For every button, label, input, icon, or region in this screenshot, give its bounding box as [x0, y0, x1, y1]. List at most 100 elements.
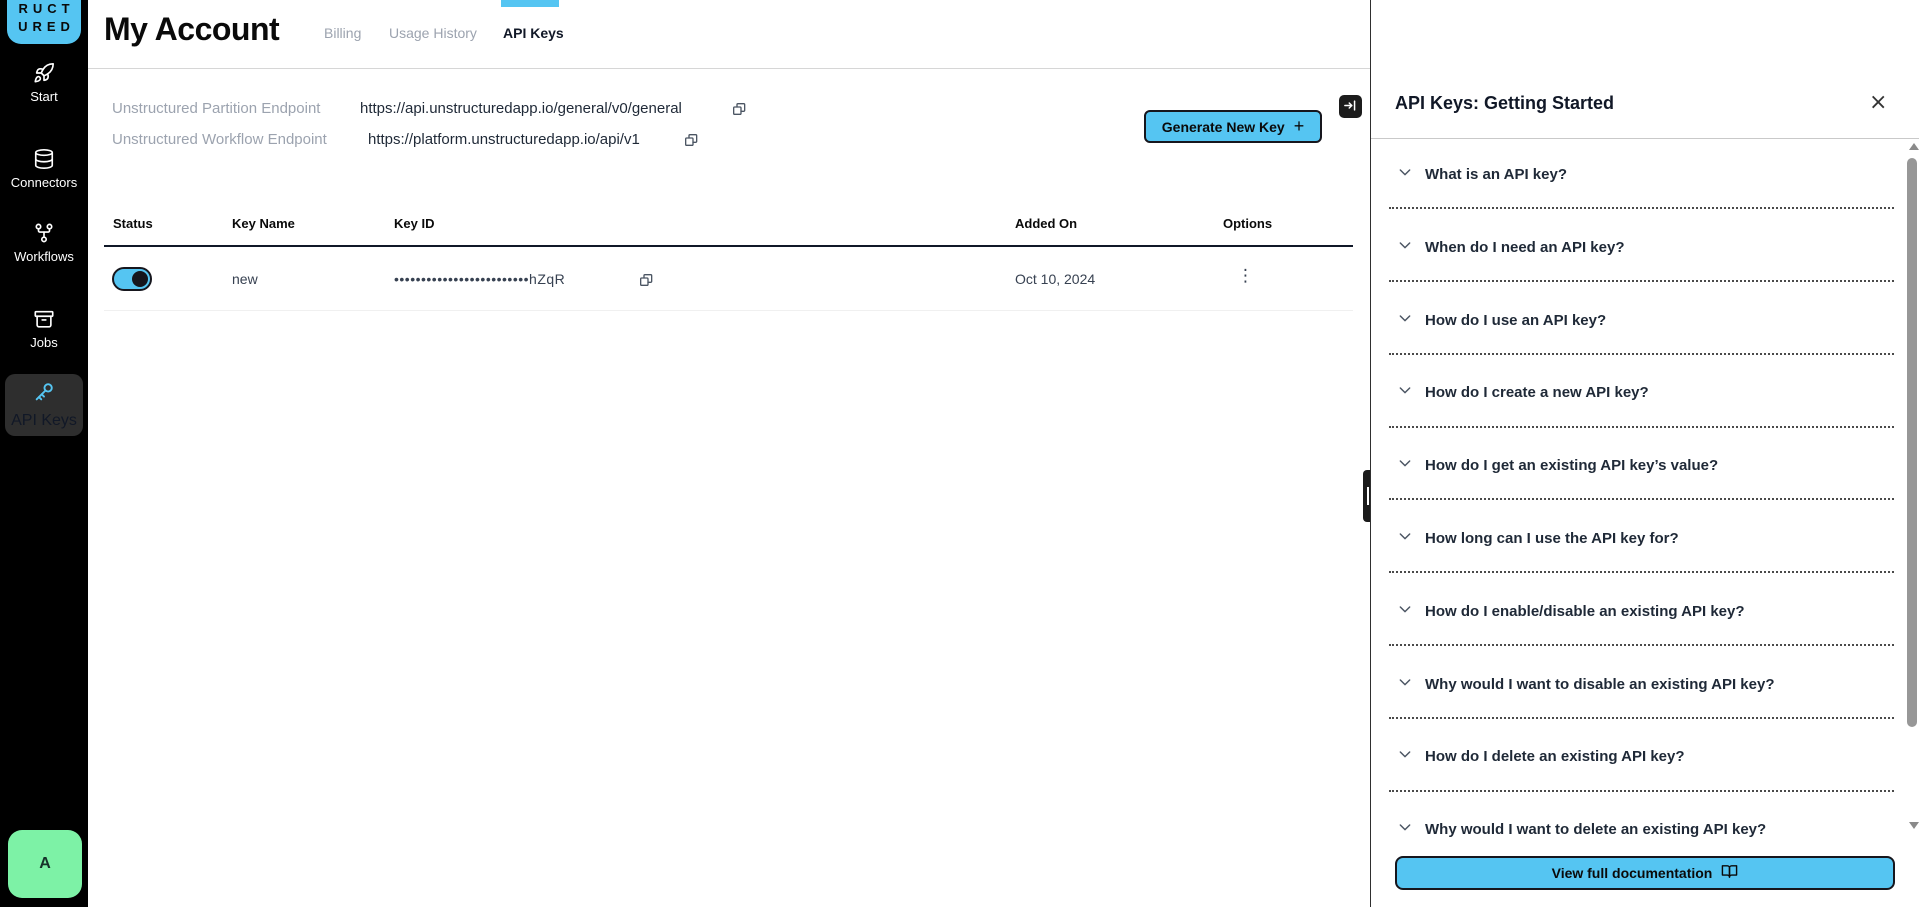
faq-item-how-long-use-key[interactable]: How long can I use the API key for?	[1397, 528, 1679, 549]
faq-item-delete-existing-key[interactable]: How do I delete an existing API key?	[1397, 746, 1685, 767]
chevron-down-icon	[1397, 674, 1413, 695]
scrollbar-down-arrow[interactable]	[1909, 822, 1919, 829]
partition-endpoint-value: https://api.unstructuredapp.io/general/v…	[360, 100, 682, 117]
user-avatar[interactable]: A	[8, 830, 82, 898]
tab-api-keys[interactable]: API Keys	[503, 25, 564, 41]
sidebar-item-connectors[interactable]: Connectors	[0, 148, 88, 190]
faq-item-how-use-api-key[interactable]: How do I use an API key?	[1397, 310, 1606, 331]
faq-question: How long can I use the API key for?	[1425, 530, 1679, 547]
api-key-status-toggle[interactable]	[112, 267, 152, 291]
copy-partition-endpoint-button[interactable]	[731, 101, 747, 117]
plus-icon: +	[1294, 116, 1305, 137]
panel-title: API Keys: Getting Started	[1395, 93, 1614, 114]
sidebar-item-label: API Keys	[11, 412, 77, 430]
faq-question: Why would I want to disable an existing …	[1425, 676, 1775, 693]
sidebar-item-api-keys[interactable]: API Keys	[5, 374, 83, 436]
column-header-added-on: Added On	[1015, 216, 1077, 231]
added-on-cell: Oct 10, 2024	[1015, 271, 1095, 287]
chevron-down-icon	[1397, 310, 1413, 331]
dotted-divider	[1389, 353, 1894, 355]
sidebar-item-jobs[interactable]: Jobs	[0, 308, 88, 350]
logo-line-1: RUCT	[18, 0, 74, 18]
chevron-down-icon	[1397, 382, 1413, 403]
copy-workflow-endpoint-button[interactable]	[683, 132, 699, 148]
database-icon	[33, 148, 55, 170]
close-panel-button[interactable]: ×	[1869, 92, 1887, 114]
copy-icon	[638, 276, 654, 291]
faq-item-when-need-api-key[interactable]: When do I need an API key?	[1397, 237, 1624, 258]
dotted-divider	[1389, 498, 1894, 500]
faq-question: How do I create a new API key?	[1425, 384, 1649, 401]
dotted-divider	[1389, 644, 1894, 646]
faq-question: How do I enable/disable an existing API …	[1425, 603, 1745, 620]
faq-item-why-delete-key[interactable]: Why would I want to delete an existing A…	[1397, 819, 1766, 840]
rocket-icon	[33, 62, 55, 84]
faq-question: How do I get an existing API key’s value…	[1425, 457, 1718, 474]
faq-question: How do I use an API key?	[1425, 312, 1606, 329]
generate-new-key-button[interactable]: Generate New Key +	[1144, 110, 1322, 143]
view-full-documentation-button[interactable]: View full documentation	[1395, 856, 1895, 890]
active-tab-indicator	[501, 0, 559, 7]
dotted-divider	[1389, 207, 1894, 209]
sidebar-item-label: Start	[30, 89, 57, 104]
copy-icon	[731, 105, 747, 120]
dotted-divider	[1389, 790, 1894, 792]
page-title: My Account	[104, 11, 279, 48]
faq-question: How do I delete an existing API key?	[1425, 748, 1685, 765]
generate-new-key-label: Generate New Key	[1162, 119, 1285, 135]
view-documentation-label: View full documentation	[1552, 865, 1713, 881]
dotted-divider	[1389, 280, 1894, 282]
logo-line-2: URED	[18, 18, 75, 36]
dotted-divider	[1389, 426, 1894, 428]
scrollbar-up-arrow[interactable]	[1909, 143, 1919, 150]
tab-billing[interactable]: Billing	[324, 25, 361, 41]
dotted-divider	[1389, 571, 1894, 573]
faq-question: Why would I want to delete an existing A…	[1425, 821, 1766, 838]
chevron-down-icon	[1397, 455, 1413, 476]
arrow-to-bar-icon	[1343, 98, 1358, 116]
unstructured-logo[interactable]: RUCT URED	[7, 0, 81, 44]
partition-endpoint-label: Unstructured Partition Endpoint	[112, 100, 320, 117]
table-header-divider	[104, 245, 1353, 247]
column-header-status: Status	[113, 216, 153, 231]
app-window: RUCT URED Start Con	[0, 0, 1919, 907]
faq-item-get-existing-key-value[interactable]: How do I get an existing API key’s value…	[1397, 455, 1718, 476]
key-icon	[33, 381, 55, 408]
key-id-masked-cell: •••••••••••••••••••••••••hZqR	[394, 271, 565, 287]
copy-icon	[683, 136, 699, 151]
faq-question: When do I need an API key?	[1425, 239, 1624, 256]
collapse-panel-button[interactable]	[1339, 95, 1362, 118]
chevron-down-icon	[1397, 746, 1413, 767]
chevron-down-icon	[1397, 528, 1413, 549]
archive-box-icon	[33, 308, 55, 330]
dotted-divider	[1389, 717, 1894, 719]
sidebar: RUCT URED Start Con	[0, 0, 88, 907]
key-name-cell: new	[232, 271, 258, 287]
column-header-options: Options	[1223, 216, 1272, 231]
panel-header-divider	[1371, 138, 1919, 139]
copy-key-id-button[interactable]	[638, 272, 654, 288]
toggle-knob	[132, 271, 148, 287]
sidebar-item-label: Connectors	[11, 175, 77, 190]
chevron-down-icon	[1397, 164, 1413, 185]
avatar-letter: A	[39, 855, 51, 873]
workflow-endpoint-value: https://platform.unstructuredapp.io/api/…	[368, 131, 640, 148]
faq-item-what-is-api-key[interactable]: What is an API key?	[1397, 164, 1567, 185]
sidebar-item-start[interactable]: Start	[0, 62, 88, 104]
sidebar-item-workflows[interactable]: Workflows	[0, 222, 88, 264]
column-header-key-name: Key Name	[232, 216, 295, 231]
tab-usage-history[interactable]: Usage History	[389, 25, 477, 41]
column-header-key-id: Key ID	[394, 216, 434, 231]
faq-item-why-disable-key[interactable]: Why would I want to disable an existing …	[1397, 674, 1775, 695]
chevron-down-icon	[1397, 601, 1413, 622]
sidebar-item-label: Workflows	[14, 249, 74, 264]
workflow-fork-icon	[33, 222, 55, 244]
open-book-icon	[1721, 863, 1738, 883]
faq-item-create-new-api-key[interactable]: How do I create a new API key?	[1397, 382, 1649, 403]
row-options-button[interactable]: ⋮	[1237, 266, 1254, 286]
topbar: My Account Billing Usage History API Key…	[88, 0, 1370, 69]
chevron-down-icon	[1397, 237, 1413, 258]
faq-question: What is an API key?	[1425, 166, 1567, 183]
faq-item-enable-disable-key[interactable]: How do I enable/disable an existing API …	[1397, 601, 1745, 622]
scrollbar-thumb[interactable]	[1907, 158, 1917, 727]
